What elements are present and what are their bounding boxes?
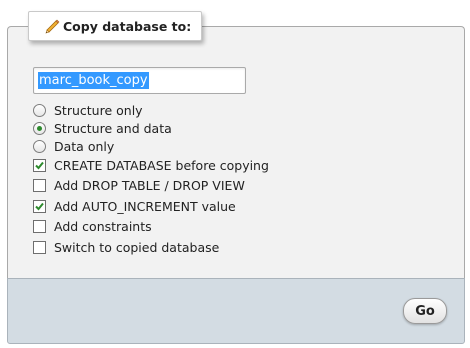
drop-table-label[interactable]: Add DROP TABLE / DROP VIEW [54,178,245,193]
radio-structure-and-data[interactable]: Structure and data [31,119,172,137]
pencil-icon [43,18,61,36]
legend-title: Copy database to: [63,18,192,34]
checkbox-add-constraints[interactable]: Add constraints [31,217,152,235]
go-button[interactable]: Go [403,298,447,324]
switch-database-label[interactable]: Switch to copied database [54,240,219,255]
structure-and-data-label[interactable]: Structure and data [54,121,172,136]
structure-only-label[interactable]: Structure only [54,103,143,118]
database-name-value: marc_book_copy [38,72,149,89]
radio-data-only[interactable]: Data only [31,137,114,155]
add-constraints-checkbox[interactable] [33,219,46,233]
add-constraints-label[interactable]: Add constraints [54,219,152,234]
copy-database-legend: Copy database to: [28,11,203,41]
auto-increment-label[interactable]: Add AUTO_INCREMENT value [54,199,236,214]
database-name-input[interactable]: marc_book_copy [33,67,246,94]
create-database-checkbox[interactable] [33,158,46,172]
checkbox-drop-table[interactable]: Add DROP TABLE / DROP VIEW [31,176,245,194]
auto-increment-checkbox[interactable] [33,199,46,213]
form-footer [7,278,465,344]
switch-database-checkbox[interactable] [33,240,46,254]
checkbox-auto-increment[interactable]: Add AUTO_INCREMENT value [31,197,236,215]
checkmark-icon [35,161,44,169]
create-database-label[interactable]: CREATE DATABASE before copying [54,158,269,173]
data-only-label[interactable]: Data only [54,139,114,154]
radio-structure-only[interactable]: Structure only [31,101,143,119]
data-only-radio[interactable] [33,139,46,153]
structure-only-radio[interactable] [33,103,46,117]
checkmark-icon [35,202,44,210]
checkbox-create-database[interactable]: CREATE DATABASE before copying [31,156,269,174]
structure-and-data-radio[interactable] [33,121,46,135]
checkbox-switch-database[interactable]: Switch to copied database [31,238,219,256]
drop-table-checkbox[interactable] [33,178,46,192]
